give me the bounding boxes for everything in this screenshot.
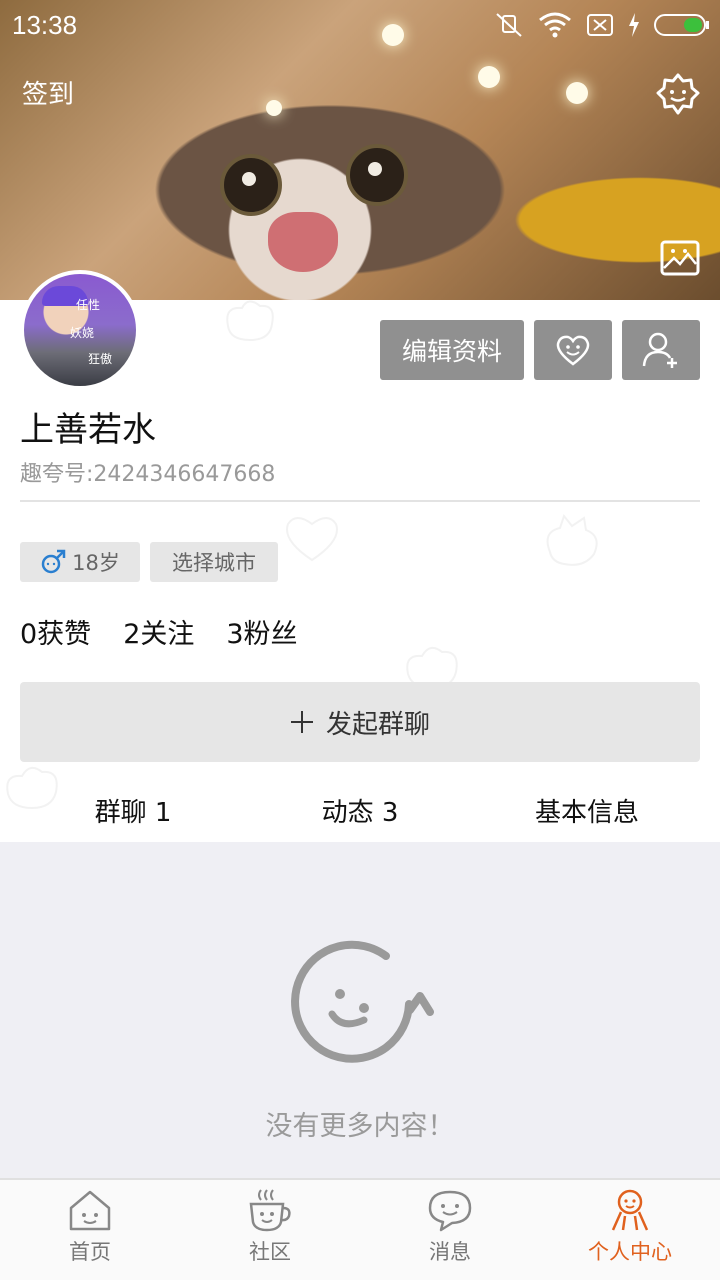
status-time: 13:38 xyxy=(12,10,78,40)
avatar[interactable]: 任性 妖娆 狂傲 xyxy=(20,270,140,390)
start-group-chat-label: 发起群聊 xyxy=(325,709,430,740)
heart-smile-icon xyxy=(556,335,590,366)
nav-home-label: 首页 xyxy=(69,1240,111,1264)
following-count[interactable]: 2关注 xyxy=(123,612,194,651)
plus-icon xyxy=(290,711,313,733)
tab-group-chats[interactable]: 群聊 1 xyxy=(95,792,172,829)
tab-basic-info[interactable]: 基本信息 xyxy=(535,792,639,829)
smile-refresh-icon xyxy=(291,940,434,1063)
username: 上善若水 xyxy=(20,410,156,450)
image-icon[interactable] xyxy=(660,240,700,276)
chat-bubble-icon xyxy=(428,1190,472,1232)
background-doodle-icon xyxy=(226,300,274,342)
status-bar: 13:38 xyxy=(0,0,720,52)
avatar-tag: 任性 xyxy=(76,298,101,312)
profile-tabs: 群聊 1 动态 3 基本信息 xyxy=(0,778,720,842)
divider xyxy=(20,500,700,502)
nav-community[interactable]: 社区 xyxy=(180,1188,360,1280)
age-chip: 18岁 xyxy=(20,542,140,582)
coffee-cup-icon xyxy=(249,1189,291,1232)
select-city-button[interactable]: 选择城市 xyxy=(150,542,278,582)
male-icon xyxy=(41,549,66,574)
like-button[interactable] xyxy=(534,320,612,380)
likes-count[interactable]: 0获赞 xyxy=(20,612,91,651)
user-id: 趣夸号:2424346647668 xyxy=(20,462,276,487)
mute-icon xyxy=(496,13,522,37)
followers-count[interactable]: 3粉丝 xyxy=(226,612,297,651)
nav-messages[interactable]: 消息 xyxy=(360,1188,540,1280)
profile-cover-image: 13:38 签到 xyxy=(0,0,720,300)
background-doodle-icon xyxy=(286,517,338,562)
battery-icon xyxy=(654,14,709,36)
edit-profile-button[interactable]: 编辑资料 xyxy=(380,320,524,380)
nav-home[interactable]: 首页 xyxy=(0,1188,180,1280)
background-doodle-icon xyxy=(546,513,598,566)
empty-state-text: 没有更多内容！ xyxy=(265,1111,455,1142)
no-sim-icon xyxy=(587,14,613,36)
wifi-icon xyxy=(539,12,571,38)
avatar-tag: 妖娆 xyxy=(70,326,95,340)
charging-icon xyxy=(629,13,639,37)
bottom-nav: 首页 社区 消息 个人中心 xyxy=(0,1178,720,1280)
home-icon xyxy=(69,1190,111,1231)
avatar-tag: 狂傲 xyxy=(88,352,113,366)
nav-profile-label: 个人中心 xyxy=(588,1240,672,1264)
tab-content-area: 没有更多内容！ xyxy=(0,842,720,1178)
add-user-icon xyxy=(642,332,677,368)
person-icon xyxy=(611,1189,649,1231)
gear-icon[interactable] xyxy=(656,72,700,116)
age-label: 18岁 xyxy=(72,551,120,575)
tab-moments[interactable]: 动态 3 xyxy=(322,792,399,829)
checkin-button[interactable]: 签到 xyxy=(22,74,74,111)
nav-profile[interactable]: 个人中心 xyxy=(540,1188,720,1280)
stats-row: 0获赞 2关注 3粉丝 xyxy=(20,612,298,651)
nav-messages-label: 消息 xyxy=(429,1240,471,1264)
nav-community-label: 社区 xyxy=(249,1240,291,1264)
start-group-chat-button[interactable]: 发起群聊 xyxy=(20,682,700,762)
follow-button[interactable] xyxy=(622,320,700,380)
